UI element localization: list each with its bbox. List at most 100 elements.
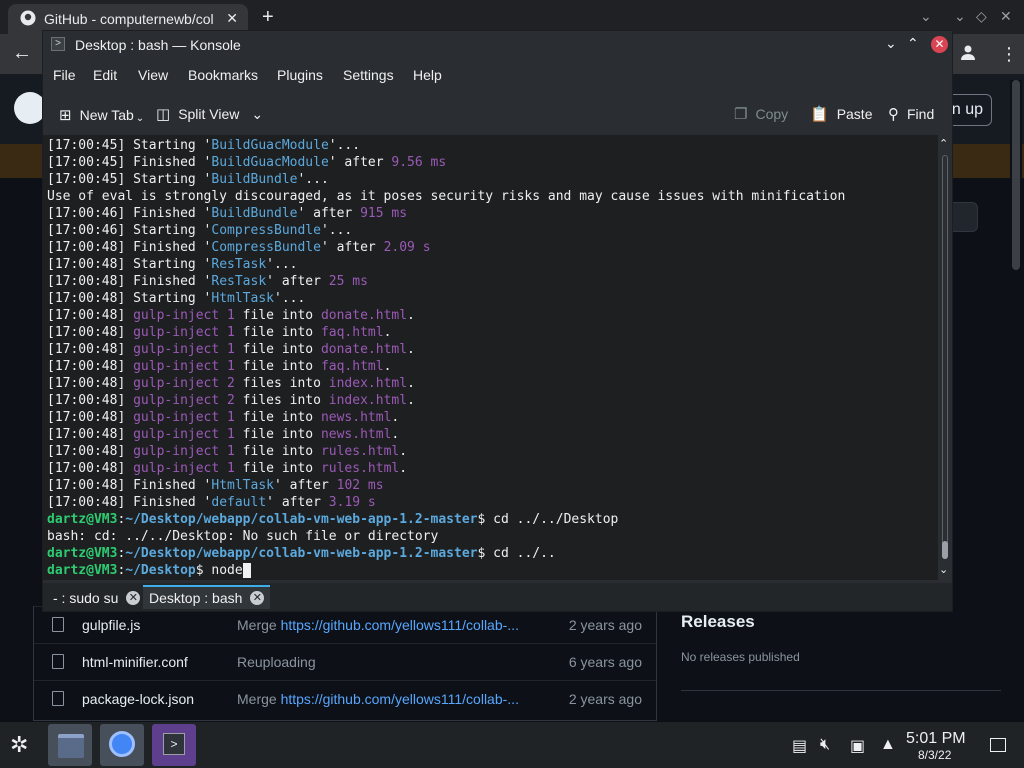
volume-muted-icon[interactable]: 🔇︎ <box>820 736 830 754</box>
restore-icon[interactable]: ◇ <box>976 8 987 25</box>
timestamp: 17:00:48 <box>54 325 118 340</box>
terminal-icon: > <box>163 733 185 755</box>
page-scrollbar[interactable] <box>1010 80 1022 720</box>
menu-bar: File Edit View Bookmarks Plugins Setting… <box>43 59 952 89</box>
commit-age: 2 years ago <box>568 617 642 633</box>
clock-date[interactable]: 8/3/22 <box>918 748 951 762</box>
file-row[interactable]: html-minifier.conf Reuploading 6 years a… <box>34 643 656 681</box>
terminal-line: [17:00:48] gulp-inject 1 file into donat… <box>47 308 415 323</box>
file-name[interactable]: package-lock.json <box>82 691 194 707</box>
menu-bookmarks[interactable]: Bookmarks <box>188 67 258 83</box>
menu-help[interactable]: Help <box>413 67 442 83</box>
profile-icon[interactable] <box>960 44 976 65</box>
menu-plugins[interactable]: Plugins <box>277 67 323 83</box>
tab-label: - : sudo su <box>53 590 119 606</box>
chevron-up-icon[interactable]: ▲ <box>880 736 896 754</box>
terminal-scrollbar[interactable]: ⌃ ⌄ <box>938 135 952 580</box>
terminal-line: [17:00:48] Starting 'HtmlTask'... <box>47 291 306 306</box>
commit-message: Reuploading <box>237 654 316 670</box>
menu-file[interactable]: File <box>53 67 76 83</box>
releases-heading[interactable]: Releases <box>681 612 755 632</box>
app-launcher-icon[interactable]: ✲ <box>10 732 28 758</box>
terminal-line: [17:00:48] Finished 'ResTask' after 25 m… <box>47 274 368 289</box>
divider <box>681 690 1001 691</box>
timestamp: 17:00:48 <box>54 478 118 493</box>
terminal-line: [17:00:48] Finished 'HtmlTask' after 102… <box>47 478 384 493</box>
commit-link[interactable]: https://github.com/yellows111/collab-... <box>281 691 519 707</box>
close-window-icon[interactable]: ✕ <box>1000 8 1012 25</box>
minimize-icon[interactable]: ⌄ <box>954 8 966 25</box>
close-icon[interactable]: ✕ <box>250 591 265 605</box>
scrollbar-track[interactable] <box>942 155 948 559</box>
split-view-button[interactable]: ◫ Split View ⌄ <box>156 105 263 124</box>
page-scrollbar-thumb[interactable] <box>1012 80 1020 270</box>
scrollbar-thumb[interactable] <box>942 541 948 559</box>
clock-time[interactable]: 5:01 PM <box>906 730 966 748</box>
timestamp: 17:00:48 <box>54 257 118 272</box>
timestamp: 17:00:48 <box>54 342 118 357</box>
new-tab-icon: ⊞ <box>59 106 72 124</box>
minimize-icon[interactable]: ⌄ <box>885 35 897 52</box>
file-name[interactable]: gulpfile.js <box>82 617 140 633</box>
show-desktop-icon[interactable] <box>990 738 1006 752</box>
taskbar-file-manager[interactable] <box>48 724 92 766</box>
chevron-up-icon[interactable]: ⌃ <box>939 137 948 150</box>
terminal-output[interactable]: [17:00:45] Starting 'BuildGuacModule'...… <box>43 135 938 580</box>
close-icon[interactable]: ✕ <box>226 10 238 27</box>
close-icon[interactable]: ✕ <box>931 36 948 53</box>
new-tab-button[interactable]: ⊞ New Tab ⌄ <box>59 105 144 125</box>
taskbar-konsole[interactable]: > <box>152 724 196 766</box>
tab-desktop-bash[interactable]: Desktop : bash ✕ <box>143 585 271 609</box>
taskbar: ✲ > ▤ 🔇︎ ▣ ▲ <box>0 722 1024 768</box>
menu-edit[interactable]: Edit <box>93 67 117 83</box>
timestamp: 17:00:45 <box>54 138 118 153</box>
copy-icon: ❐ <box>734 106 748 123</box>
github-icon <box>20 10 36 29</box>
tab-sudo-su[interactable]: - : sudo su ✕ <box>47 587 146 609</box>
terminal-line: [17:00:46] Starting 'CompressBundle'... <box>47 223 353 238</box>
konsole-window: > Desktop : bash — Konsole ⌄ ⌃ ✕ File Ed… <box>42 30 953 612</box>
commit-link[interactable]: https://github.com/yellows111/collab-... <box>281 617 519 633</box>
terminal-line: Use of eval is strongly discouraged, as … <box>47 189 846 204</box>
chevron-down-icon[interactable]: ⌄ <box>920 8 932 25</box>
timestamp: 17:00:48 <box>54 495 118 510</box>
browser-menu-icon[interactable]: ⋮ <box>1000 44 1018 65</box>
copy-button[interactable]: ❐ Copy <box>734 105 788 123</box>
clipboard-icon: 📋 <box>810 106 829 123</box>
find-button[interactable]: ⚲ Find <box>888 105 934 123</box>
tab-label: Desktop : bash <box>149 590 243 606</box>
branch-select-dropdown[interactable] <box>950 202 978 232</box>
back-arrow-icon[interactable]: ← <box>12 42 32 65</box>
close-icon[interactable]: ✕ <box>126 591 141 605</box>
network-icon[interactable]: ▣ <box>850 736 865 756</box>
window-title: Desktop : bash — Konsole <box>75 37 241 53</box>
menu-settings[interactable]: Settings <box>343 67 394 83</box>
new-tab-icon[interactable]: + <box>262 6 274 29</box>
search-icon: ⚲ <box>888 106 899 123</box>
paste-button[interactable]: 📋 Paste <box>810 105 873 123</box>
terminal-line: [17:00:45] Starting 'BuildGuacModule'... <box>47 138 361 153</box>
clipboard-icon[interactable]: ▤ <box>792 736 807 756</box>
commit-age: 6 years ago <box>568 654 642 670</box>
terminal-line: [17:00:48] gulp-inject 1 file into news.… <box>47 427 400 442</box>
konsole-titlebar[interactable]: > Desktop : bash — Konsole ⌄ ⌃ ✕ <box>43 31 952 59</box>
file-row[interactable]: package-lock.json Merge https://github.c… <box>34 680 656 718</box>
taskbar-chrome[interactable] <box>100 724 144 766</box>
timestamp: 17:00:48 <box>54 376 118 391</box>
file-icon <box>52 617 64 632</box>
maximize-icon[interactable]: ⌃ <box>907 35 919 52</box>
terminal-line: [17:00:48] gulp-inject 1 file into faq.h… <box>47 359 392 374</box>
menu-view[interactable]: View <box>138 67 168 83</box>
terminal-line: dartz@VM3:~/Desktop/webapp/collab-vm-web… <box>47 546 556 561</box>
repo-file-list: gulpfile.js Merge https://github.com/yel… <box>33 606 657 721</box>
chrome-icon <box>109 731 135 757</box>
terminal-line: [17:00:46] Finished 'BuildBundle' after … <box>47 206 408 221</box>
file-icon <box>52 654 64 669</box>
file-name[interactable]: html-minifier.conf <box>82 654 188 670</box>
terminal-line: bash: cd: ../../Desktop: No such file or… <box>47 529 439 544</box>
timestamp: 17:00:48 <box>54 393 118 408</box>
konsole-app-icon[interactable]: > <box>51 37 65 51</box>
folder-icon <box>58 734 84 758</box>
timestamp: 17:00:48 <box>54 291 118 306</box>
chevron-down-icon[interactable]: ⌄ <box>939 563 948 576</box>
